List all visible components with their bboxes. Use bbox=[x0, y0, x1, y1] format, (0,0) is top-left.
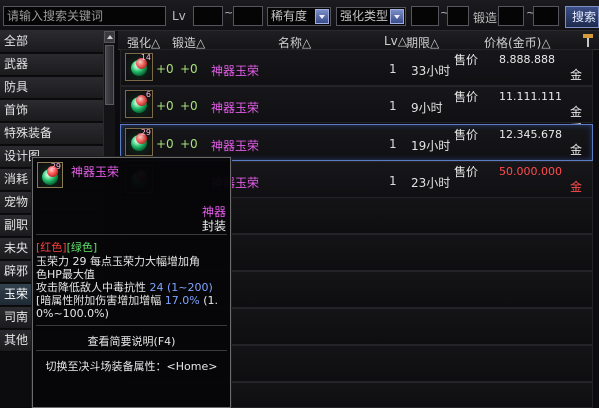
category-item[interactable]: 武器 bbox=[0, 54, 103, 76]
enhance-type-select-value: 强化类型 bbox=[340, 9, 389, 23]
table-row[interactable]: 14+0+0神器玉荣133小时售价8.888.888金币 bbox=[120, 49, 593, 99]
scroll-up-icon[interactable] bbox=[104, 31, 115, 43]
tooltip-text: [暗属性附加伤害增加增幅 bbox=[36, 294, 162, 307]
search-button[interactable]: 搜索 bbox=[565, 6, 599, 28]
chevron-down-icon bbox=[390, 9, 404, 24]
chevron-down-icon bbox=[315, 9, 329, 24]
icon-level-badge: 6 bbox=[145, 90, 151, 99]
item-name: 神器玉荣 bbox=[211, 139, 260, 153]
forge-value: +0 bbox=[180, 99, 198, 113]
icon-level-badge: 29 bbox=[50, 162, 61, 171]
list-header: 强化△ 锻造△ 名称△ Lv△ 期限△ 价格(金币)△ bbox=[118, 31, 599, 50]
tooltip-title: 神器玉荣 bbox=[71, 165, 120, 179]
item-period: 23小时 bbox=[411, 176, 451, 190]
enhance-value: +0 bbox=[156, 62, 174, 76]
item-lv: 1 bbox=[389, 62, 397, 76]
lv-tilde: ~ bbox=[224, 6, 234, 19]
search-input[interactable]: 请输入搜索关键词 bbox=[3, 6, 166, 26]
table-row[interactable]: 29+0+0神器玉荣119小时售价12.345.678金币 bbox=[120, 124, 593, 174]
jade-gem-icon: 6 bbox=[125, 90, 153, 118]
item-tooltip: 29 神器玉荣 神器 封装 [红色][绿色] 玉荣力 29 每点玉荣力大幅增加角… bbox=[32, 157, 231, 408]
item-price: 12.345.678 bbox=[499, 128, 562, 141]
category-item[interactable]: 全部 bbox=[0, 31, 103, 53]
switch-pvp-stats-button[interactable]: 切换至决斗场装备属性：<Home> bbox=[33, 358, 230, 374]
item-period: 33小时 bbox=[411, 64, 451, 78]
category-item[interactable]: 首饰 bbox=[0, 100, 103, 122]
item-period: 19小时 bbox=[411, 139, 451, 153]
divider bbox=[36, 234, 227, 235]
item-lv: 1 bbox=[389, 137, 397, 151]
hammer-icon[interactable] bbox=[582, 33, 594, 47]
item-price: 50.000.000 bbox=[499, 165, 562, 178]
divider bbox=[36, 350, 227, 351]
jade-gem-icon: 29 bbox=[125, 128, 153, 156]
item-price: 8.888.888 bbox=[499, 53, 555, 66]
enhance-type-select[interactable]: 强化类型 bbox=[336, 7, 406, 26]
forge-label: 锻造 bbox=[473, 11, 498, 25]
tooltip-text: (1. bbox=[203, 294, 219, 307]
category-item[interactable]: 防具 bbox=[0, 77, 103, 99]
tooltip-line: 色HP最大值 bbox=[36, 268, 95, 281]
item-name: 神器玉荣 bbox=[211, 64, 260, 78]
lv-min-input[interactable] bbox=[193, 6, 223, 26]
tooltip-line: 攻击降低敌人中毒抗性 24 (1~200) bbox=[36, 281, 213, 294]
icon-level-badge: 14 bbox=[140, 53, 151, 62]
tooltip-line: 0%~100.0%) bbox=[36, 307, 109, 320]
category-item[interactable]: 特殊装备 bbox=[0, 123, 103, 145]
item-name: 神器玉荣 bbox=[211, 101, 260, 115]
lv-label: Lv bbox=[172, 9, 186, 23]
tooltip-value: 24 (1~200) bbox=[149, 281, 213, 294]
enhance-max-input[interactable] bbox=[447, 6, 469, 26]
color-red-label: [红色] bbox=[36, 241, 67, 254]
enhance-value: +0 bbox=[156, 137, 174, 151]
forge-min-input[interactable] bbox=[498, 6, 524, 26]
price-label: 售价 bbox=[454, 53, 479, 67]
item-lv: 1 bbox=[389, 99, 397, 113]
tooltip-seal: 封装 bbox=[201, 219, 226, 233]
rarity-select[interactable]: 稀有度 bbox=[267, 7, 331, 26]
search-bar: 请输入搜索关键词 Lv ~ 稀有度 强化类型 ~ 锻造 ~ 搜索 bbox=[0, 0, 599, 31]
tooltip-text: 攻击降低敌人中毒抗性 bbox=[36, 281, 146, 294]
divider bbox=[36, 325, 227, 326]
enhance-value: +0 bbox=[156, 99, 174, 113]
item-period: 9小时 bbox=[411, 101, 443, 115]
forge-value: +0 bbox=[180, 137, 198, 151]
jade-gem-icon: 29 bbox=[37, 162, 63, 188]
jade-gem-icon: 14 bbox=[125, 53, 153, 81]
lv-max-input[interactable] bbox=[233, 6, 263, 26]
color-green-label: [绿色] bbox=[66, 241, 98, 254]
price-label: 售价 bbox=[454, 90, 479, 104]
forge-max-input[interactable] bbox=[533, 6, 559, 26]
item-price: 11.111.111 bbox=[499, 90, 562, 103]
column-lv[interactable]: Lv△ bbox=[384, 34, 407, 48]
scrollbar-thumb[interactable] bbox=[105, 45, 114, 105]
enhance-min-input[interactable] bbox=[411, 6, 439, 26]
tooltip-value: 17.0% bbox=[164, 294, 200, 307]
price-label: 售价 bbox=[454, 128, 479, 142]
rarity-select-value: 稀有度 bbox=[271, 9, 308, 23]
price-label: 售价 bbox=[454, 165, 479, 179]
item-lv: 1 bbox=[389, 174, 397, 188]
brief-description-button[interactable]: 查看简要说明(F4) bbox=[33, 333, 230, 349]
icon-level-badge: 29 bbox=[140, 128, 151, 137]
table-row[interactable]: 6+0+0神器玉荣19小时售价11.111.111金币 bbox=[120, 86, 593, 136]
tooltip-colors: [红色][绿色] bbox=[36, 241, 97, 254]
forge-value: +0 bbox=[180, 62, 198, 76]
tooltip-line: [暗属性附加伤害增加增幅 17.0% (1. bbox=[36, 294, 218, 307]
tooltip-line: 玉荣力 29 每点玉荣力大幅增加角 bbox=[36, 255, 200, 268]
